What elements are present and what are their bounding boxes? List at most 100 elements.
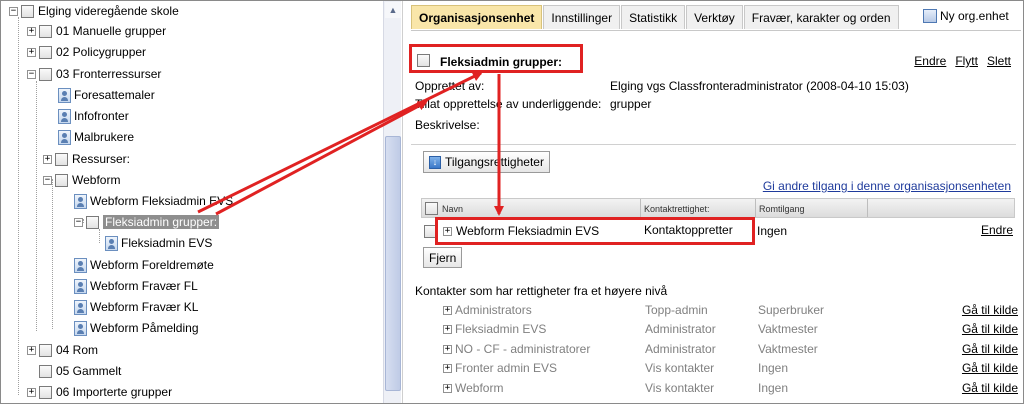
tab-fravaer-karakter-orden[interactable]: Fravær, karakter og orden	[743, 5, 899, 29]
inherited-room-access: Ingen	[758, 361, 789, 375]
expand-icon[interactable]: +	[43, 154, 52, 164]
scrollbar-thumb[interactable]	[385, 136, 401, 391]
screenshot-frame: − Elging videregående skole + 01 Manuell…	[0, 0, 1024, 404]
collapse-icon[interactable]: −	[74, 217, 83, 227]
tree-item-fronterressurser[interactable]: − 03 Fronterressurser	[27, 64, 161, 84]
tab-statistikk[interactable]: Statistikk	[621, 5, 686, 29]
checkbox-icon[interactable]	[55, 173, 68, 187]
tree-item-root[interactable]: − Elging videregående skole	[9, 1, 179, 21]
expand-icon[interactable]: +	[443, 344, 452, 354]
inherited-row: + NO - CF - administratorer Administrator…	[443, 342, 1018, 362]
col-divider	[867, 199, 868, 217]
description-label: Beskrivelse:	[415, 118, 480, 132]
tree-item-foresattemaler[interactable]: Foresattemaler	[58, 85, 155, 105]
tree-item-label: 02 Policygrupper	[56, 45, 147, 59]
go-to-source-link[interactable]: Gå til kilde	[962, 381, 1018, 395]
tree-item-webform-pamelding[interactable]: Webform Påmelding	[74, 318, 199, 338]
remove-button[interactable]: Fjern	[423, 247, 463, 268]
tree-item-importerte-grupper[interactable]: + 06 Importerte grupper	[27, 382, 172, 402]
expand-icon[interactable]: +	[27, 387, 36, 397]
checkbox-icon[interactable]	[39, 24, 52, 38]
inherited-row: + Fleksiadmin EVS Administrator Vaktmeste…	[443, 322, 1018, 342]
go-to-source-link[interactable]: Gå til kilde	[962, 303, 1018, 317]
inherited-row: + Webform Vis kontakter Ingen Gå til kild…	[443, 381, 1018, 401]
user-group-icon	[74, 320, 87, 336]
tree-item-fleksiadmin-evs[interactable]: Fleksiadmin EVS	[105, 233, 212, 253]
access-table-header: Navn Kontaktrettighet: Romtilgang	[421, 198, 1015, 218]
tab-innstillinger[interactable]: Innstillinger	[543, 5, 621, 29]
expand-icon[interactable]: +	[443, 363, 452, 373]
user-group-icon	[74, 193, 87, 209]
tab-divider	[411, 30, 1021, 31]
inherited-contact-right: Topp-admin	[645, 303, 708, 317]
go-to-source-link[interactable]: Gå til kilde	[962, 342, 1018, 356]
checkbox-icon[interactable]	[39, 364, 52, 378]
checkbox-icon[interactable]	[86, 215, 99, 229]
collapse-icon[interactable]: −	[43, 175, 52, 185]
expand-icon[interactable]: +	[27, 345, 36, 355]
tree-item-manuelle-grupper[interactable]: + 01 Manuelle grupper	[27, 21, 166, 41]
collapse-icon[interactable]: −	[9, 6, 18, 16]
checkbox-icon[interactable]	[39, 45, 52, 59]
tree-scrollbar[interactable]: ▲	[383, 1, 401, 403]
tree-item-webform-fleksiadmin-evs[interactable]: Webform Fleksiadmin EVS	[74, 191, 233, 211]
inherited-row: + Administrators Topp-admin Superbruker G…	[443, 303, 1018, 323]
expand-icon[interactable]: +	[443, 305, 452, 315]
expand-icon[interactable]: +	[443, 324, 452, 334]
new-unit-link[interactable]: Ny org.enhet	[923, 9, 1009, 23]
allowed-label: Tillat opprettelse av underliggende:	[415, 97, 602, 111]
inherited-name: Webform	[455, 381, 504, 395]
tree-item-label: Webform Foreldremøte	[90, 258, 214, 272]
tree-item-gammelt[interactable]: 05 Gammelt	[39, 361, 121, 381]
tree-item-webform-fravaer-kl[interactable]: Webform Fravær KL	[74, 297, 198, 317]
delete-link[interactable]: Slett	[987, 54, 1011, 68]
checkbox-icon[interactable]	[55, 152, 68, 166]
created-by-label: Opprettet av:	[415, 79, 485, 93]
give-access-link[interactable]: Gi andre tilgang i denne organisasjonsen…	[763, 179, 1011, 193]
user-group-icon	[58, 87, 71, 103]
tree-item-label: Webform Fravær FL	[90, 279, 198, 293]
tree-item-infofronter[interactable]: Infofronter	[58, 106, 129, 126]
tree-item-label: Ressurser:	[72, 152, 131, 166]
tree-item-label: Elging videregående skole	[38, 4, 179, 18]
row-edit-link[interactable]: Endre	[981, 223, 1013, 237]
access-rights-button[interactable]: ↓ Tilgangsrettigheter	[423, 151, 550, 173]
tab-organisasjonsenhet[interactable]: Organisasjonsenhet	[411, 5, 543, 29]
checkbox-icon[interactable]	[21, 4, 34, 18]
tree-item-webform-fravaer-fl[interactable]: Webform Fravær FL	[74, 276, 198, 296]
inherited-contacts-title: Kontakter som har rettigheter fra et høy…	[415, 284, 668, 298]
expand-icon[interactable]: +	[27, 26, 36, 36]
col-name: Navn	[442, 204, 464, 214]
checkbox-icon[interactable]	[39, 385, 52, 399]
select-all-checkbox[interactable]	[425, 202, 438, 215]
move-link[interactable]: Flytt	[955, 54, 978, 68]
new-unit-label: Ny org.enhet	[940, 9, 1009, 23]
tree-item-webform-foreldremote[interactable]: Webform Foreldremøte	[74, 255, 214, 275]
checkbox-icon[interactable]	[39, 343, 52, 357]
expand-icon[interactable]: +	[443, 383, 452, 393]
inherited-row: + Fronter admin EVS Vis kontakter Ingen G…	[443, 361, 1018, 381]
tree-item-label: Fleksiadmin grupper:	[103, 215, 220, 229]
inherited-name: Administrators	[455, 303, 532, 317]
unit-actions: Endre Flytt Slett	[914, 54, 1011, 68]
tree-item-malbrukere[interactable]: Malbrukere	[58, 127, 134, 147]
tab-verktoy[interactable]: Verktøy	[686, 5, 743, 29]
col-divider	[640, 199, 641, 217]
go-to-source-link[interactable]: Gå til kilde	[962, 322, 1018, 336]
inherited-room-access: Vaktmester	[758, 342, 818, 356]
tree-item-policygrupper[interactable]: + 02 Policygrupper	[27, 42, 146, 62]
tree-item-label: 03 Fronterressurser	[56, 67, 162, 81]
tree-item-label: Foresattemaler	[74, 88, 155, 102]
tree-item-webform[interactable]: − Webform	[43, 170, 120, 190]
scroll-up-icon[interactable]: ▲	[385, 2, 401, 18]
tree-item-fleksiadmin-grupper[interactable]: − Fleksiadmin grupper:	[74, 212, 220, 232]
tree-item-ressurser[interactable]: + Ressurser:	[43, 149, 130, 169]
edit-link[interactable]: Endre	[914, 54, 946, 68]
go-to-source-link[interactable]: Gå til kilde	[962, 361, 1018, 375]
tree-item-label: 01 Manuelle grupper	[56, 24, 167, 38]
expand-icon[interactable]: +	[27, 47, 36, 57]
collapse-icon[interactable]: −	[27, 69, 36, 79]
user-group-icon	[105, 235, 118, 251]
checkbox-icon[interactable]	[39, 67, 52, 81]
tree-item-rom[interactable]: + 04 Rom	[27, 340, 98, 360]
